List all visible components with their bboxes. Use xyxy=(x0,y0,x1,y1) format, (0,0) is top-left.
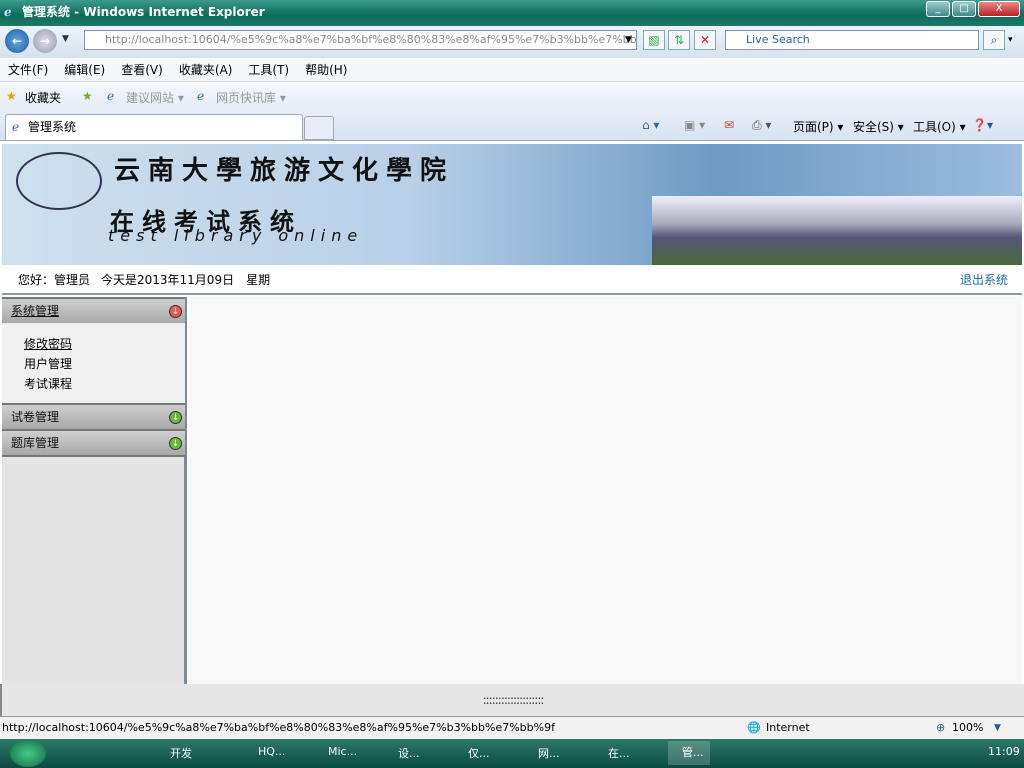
taskbar-item[interactable]: 网... xyxy=(538,745,560,761)
refresh-icon[interactable]: ⇅ xyxy=(668,30,690,50)
home-icon[interactable]: ⌂ ▾ xyxy=(642,118,659,132)
search-input[interactable]: Live Search xyxy=(725,30,979,50)
page-menu[interactable]: 页面(P) ▾ xyxy=(793,118,843,135)
stop-icon[interactable]: ✕ xyxy=(694,30,716,50)
favorites-button[interactable]: 收藏夹 xyxy=(25,89,61,106)
close-button[interactable]: X xyxy=(978,1,1020,17)
menu-tools[interactable]: 工具(T) xyxy=(240,58,297,82)
history-dropdown-icon[interactable]: ▼ xyxy=(62,34,69,44)
menu-edit[interactable]: 编辑(E) xyxy=(56,58,113,82)
tools-menu[interactable]: 工具(O) ▾ xyxy=(913,118,966,135)
tab-title: 管理系统 xyxy=(28,120,77,134)
section-title: 系统管理 xyxy=(11,304,60,318)
menu-bar: 文件(F) 编辑(E) 查看(V) 收藏夹(A) 工具(T) 帮助(H) xyxy=(0,58,1024,82)
help-icon[interactable]: ❓▾ xyxy=(972,118,993,132)
window-title: 管理系统 - Windows Internet Explorer xyxy=(22,5,265,19)
ie-icon: ℯ xyxy=(107,89,115,103)
ie-icon: ℯ xyxy=(4,5,12,19)
start-button[interactable] xyxy=(10,740,46,767)
menu-favorites[interactable]: 收藏夹(A) xyxy=(171,58,241,82)
ie-icon: ℯ xyxy=(197,89,205,103)
taskbar-item[interactable]: HQ... xyxy=(258,745,285,758)
mail-icon[interactable]: ✉ xyxy=(724,118,734,132)
sidebar-section-question-bank[interactable]: 题库管理 ↓ xyxy=(2,429,185,457)
zoom-dropdown-icon[interactable]: ▼ xyxy=(994,717,1001,739)
campus-building-image xyxy=(652,196,1022,265)
taskbar-item[interactable]: 在... xyxy=(608,745,630,761)
university-logo xyxy=(16,152,102,210)
menu-help[interactable]: 帮助(H) xyxy=(297,58,355,82)
url-input[interactable]: http://localhost:10604/%e5%9c%a8%e7%ba%b… xyxy=(84,30,637,50)
url-dropdown-icon[interactable]: ▼ xyxy=(625,35,632,45)
maximize-button[interactable]: □ xyxy=(952,1,976,17)
date-text: 今天是2013年11月09日 星期 xyxy=(101,273,271,287)
taskbar-item[interactable]: 开发 xyxy=(170,745,192,761)
favorites-bar: ★ 收藏夹 ★ ℯ 建议网站 ▾ ℯ 网页快讯库 ▾ xyxy=(0,83,1024,111)
taskbar-item[interactable]: Mic... xyxy=(328,745,357,758)
section-title: 题库管理 xyxy=(11,436,60,450)
content-frame xyxy=(190,297,1022,684)
logout-link[interactable]: 退出系统 xyxy=(960,271,1008,288)
section-title: 试卷管理 xyxy=(11,410,60,424)
security-zone: Internet xyxy=(766,721,810,734)
taskbar: 开发 HQ... Mic... 设... 仅... 网... 在... 管...… xyxy=(0,739,1024,768)
title-bar: ℯ 管理系统 - Windows Internet Explorer xyxy=(0,0,1024,26)
sidebar-section-papers[interactable]: 试卷管理 ↓ xyxy=(2,403,185,429)
taskbar-item[interactable]: 设... xyxy=(398,745,420,761)
new-tab-button[interactable] xyxy=(304,116,334,140)
header-banner: 云南大學旅游文化學院 在线考试系统 test library online xyxy=(2,144,1022,265)
clock: 11:09 xyxy=(988,745,1020,758)
sidebar-section-system[interactable]: 系统管理 ↓ xyxy=(2,297,185,323)
menu-file[interactable]: 文件(F) xyxy=(0,58,56,82)
system-submenu: 修改密码 用户管理 考试课程 xyxy=(2,323,185,405)
status-bar: http://localhost:10604/%e5%9c%a8%e7%ba%b… xyxy=(0,716,1024,739)
suggested-sites-link[interactable]: 建议网站 ▾ xyxy=(126,89,184,106)
menu-view[interactable]: 查看(V) xyxy=(113,58,171,82)
sidebar-item-user-management[interactable]: 用户管理 xyxy=(24,355,72,372)
forward-button[interactable]: → xyxy=(33,29,57,53)
tab-bar: ℯ 管理系统 ⌂ ▾ ▣ ▾ ✉ ⎙ ▾ 页面(P) ▾ 安全(S) ▾ 工具(O… xyxy=(0,111,1024,141)
address-bar: ← → ▼ http://localhost:10604/%e5%9c%a8%e… xyxy=(0,26,1024,58)
zoom-level[interactable]: 100% xyxy=(952,717,983,739)
add-favorite-icon[interactable]: ★ xyxy=(82,89,93,103)
back-button[interactable]: ← xyxy=(5,29,29,53)
taskbar-item[interactable]: 仅... xyxy=(468,745,490,761)
minimize-button[interactable]: _ xyxy=(926,1,950,17)
sidebar-item-exam-courses[interactable]: 考试课程 xyxy=(24,375,72,392)
sidebar-item-change-password[interactable]: 修改密码 xyxy=(24,335,72,352)
greeting: 您好：管理员 xyxy=(18,273,91,287)
zoom-icon: ⊕ xyxy=(936,721,946,734)
sidebar: 系统管理 ↓ 修改密码 用户管理 考试课程 试卷管理 ↓ 题库管理 ↓ xyxy=(2,297,187,684)
system-subtitle: test library online xyxy=(108,226,364,245)
compat-view-icon[interactable]: ▧ xyxy=(643,30,665,50)
feeds-icon[interactable]: ▣ ▾ xyxy=(684,118,705,132)
status-url: http://localhost:10604/%e5%9c%a8%e7%ba%b… xyxy=(2,721,555,734)
resize-handle[interactable]: :::::::::::::::::::: xyxy=(0,684,1024,716)
search-icon[interactable]: ⌕ xyxy=(983,30,1005,50)
taskbar-item-active[interactable]: 管... xyxy=(668,741,710,765)
safety-menu[interactable]: 安全(S) ▾ xyxy=(853,118,904,135)
globe-icon: 🌐 xyxy=(747,721,761,734)
collapse-icon[interactable]: ↓ xyxy=(169,305,182,318)
user-info-bar: 您好：管理员 今天是2013年11月09日 星期 退出系统 xyxy=(2,265,1022,295)
expand-icon[interactable]: ↓ xyxy=(169,437,182,450)
school-name: 云南大學旅游文化學院 xyxy=(114,156,455,186)
tab-admin[interactable]: ℯ 管理系统 xyxy=(5,114,303,140)
search-options-icon[interactable]: ▾ xyxy=(1008,35,1013,45)
expand-icon[interactable]: ↓ xyxy=(169,411,182,424)
web-slice-gallery-link[interactable]: 网页快讯库 ▾ xyxy=(216,89,286,106)
star-icon: ★ xyxy=(6,89,17,103)
ie-icon: ℯ xyxy=(12,120,20,134)
print-icon[interactable]: ⎙ ▾ xyxy=(752,118,771,133)
